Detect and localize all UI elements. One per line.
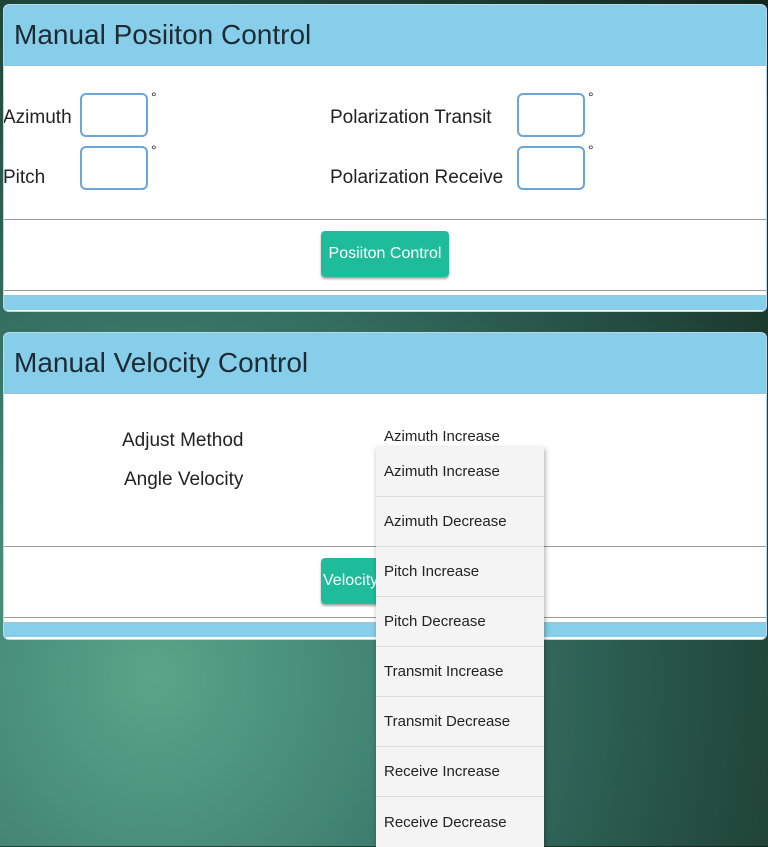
pitch-input[interactable] bbox=[80, 146, 148, 190]
velocity-panel-header: Manual Velocity Control bbox=[4, 333, 766, 394]
adjust-method-select[interactable]: Azimuth Increase bbox=[384, 428, 500, 445]
adjust-method-dropdown: Azimuth Increase Azimuth Decrease Pitch … bbox=[376, 447, 544, 847]
dropdown-option[interactable]: Azimuth Decrease bbox=[376, 497, 544, 547]
position-control-panel: Manual Posiiton Control Azimuth ° Polari… bbox=[3, 4, 767, 312]
adjust-method-label: Adjust Method bbox=[122, 430, 244, 451]
velocity-panel-title: Manual Velocity Control bbox=[14, 347, 309, 378]
angle-velocity-label: Angle Velocity bbox=[124, 469, 244, 490]
dropdown-option[interactable]: Transmit Increase bbox=[376, 647, 544, 697]
dropdown-option[interactable]: Azimuth Increase bbox=[376, 447, 544, 497]
pol-transit-input[interactable] bbox=[517, 93, 585, 137]
position-panel-footer bbox=[4, 295, 766, 310]
pol-transit-degree-symbol: ° bbox=[588, 89, 594, 105]
pitch-label: Pitch bbox=[3, 167, 46, 188]
position-control-button[interactable]: Posiiton Control bbox=[321, 231, 449, 277]
pol-receive-degree-symbol: ° bbox=[588, 142, 594, 158]
position-panel-title: Manual Posiiton Control bbox=[14, 19, 312, 50]
azimuth-label: Azimuth bbox=[3, 107, 72, 128]
position-panel-divider bbox=[4, 219, 766, 220]
dropdown-option[interactable]: Pitch Decrease bbox=[376, 597, 544, 647]
pol-receive-input[interactable] bbox=[517, 146, 585, 190]
azimuth-degree-symbol: ° bbox=[151, 89, 157, 105]
dropdown-option[interactable]: Receive Decrease bbox=[376, 797, 544, 847]
position-panel-footer-line bbox=[4, 290, 766, 291]
dropdown-option[interactable]: Transmit Decrease bbox=[376, 697, 544, 747]
pol-transit-label: Polarization Transit bbox=[330, 107, 492, 128]
position-panel-header: Manual Posiiton Control bbox=[4, 5, 766, 66]
dropdown-option[interactable]: Receive Increase bbox=[376, 747, 544, 797]
pitch-degree-symbol: ° bbox=[151, 142, 157, 158]
azimuth-input[interactable] bbox=[80, 93, 148, 137]
dropdown-option[interactable]: Pitch Increase bbox=[376, 547, 544, 597]
pol-receive-label: Polarization Receive bbox=[330, 167, 504, 188]
